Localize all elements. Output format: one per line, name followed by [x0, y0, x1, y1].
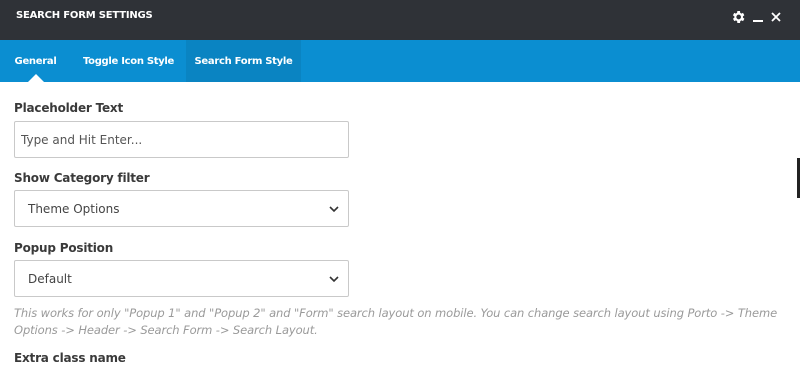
- tab-general-label: General: [14, 55, 57, 67]
- placeholder-text-input[interactable]: [14, 121, 349, 158]
- help-text: This works for only "Popup 1" and "Popup…: [14, 306, 778, 337]
- minimize-icon[interactable]: [752, 9, 764, 25]
- popup-position-label: Popup Position: [14, 241, 114, 255]
- popup-position-select[interactable]: Default: [14, 260, 349, 297]
- tab-general[interactable]: General: [0, 40, 71, 82]
- dialog-titlebar: SEARCH FORM SETTINGS: [0, 0, 800, 40]
- close-icon[interactable]: [770, 9, 782, 25]
- tab-search-form-style[interactable]: Search Form Style: [186, 40, 301, 82]
- category-filter-select[interactable]: Theme Options: [14, 190, 349, 227]
- gear-icon[interactable]: [730, 9, 746, 25]
- window-controls: [730, 7, 782, 27]
- chevron-down-icon: [328, 203, 340, 218]
- placeholder-text-label: Placeholder Text: [14, 101, 123, 115]
- tab-toggle-icon-style[interactable]: Toggle Icon Style: [71, 40, 186, 82]
- category-filter-value: Theme Options: [28, 201, 120, 216]
- category-filter-label: Show Category filter: [14, 171, 150, 185]
- chevron-down-icon: [328, 273, 340, 288]
- popup-position-value: Default: [28, 271, 72, 286]
- active-tab-caret: [27, 74, 44, 82]
- extra-class-label: Extra class name: [14, 351, 126, 365]
- dialog-title: SEARCH FORM SETTINGS: [16, 10, 153, 21]
- tab-search-form-style-label: Search Form Style: [194, 55, 293, 67]
- tab-toggle-icon-style-label: Toggle Icon Style: [82, 55, 175, 67]
- tab-bar: General Toggle Icon Style Search Form St…: [0, 40, 800, 82]
